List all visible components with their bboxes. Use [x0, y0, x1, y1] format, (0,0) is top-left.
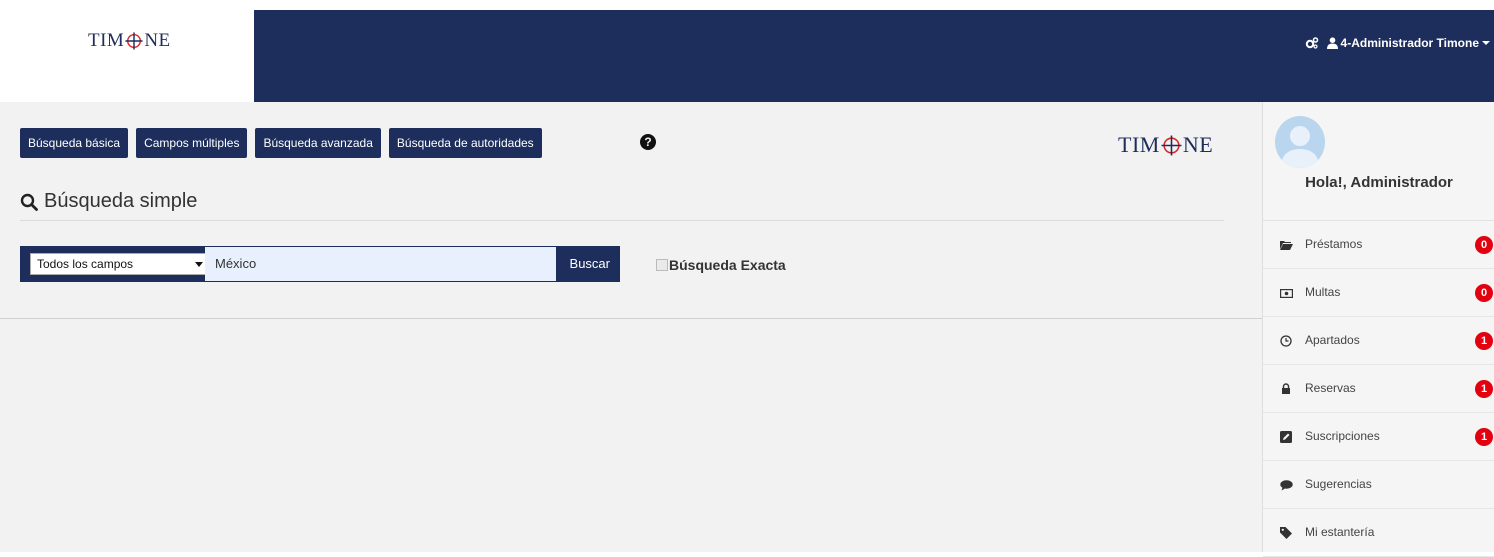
sidebar-item-label: Reservas: [1305, 381, 1356, 395]
sidebar-item-label: Sugerencias: [1305, 477, 1372, 491]
lock-icon: [1279, 382, 1293, 396]
basic-search-button[interactable]: Búsqueda básica: [20, 128, 129, 158]
timone-logo-main: TIM NE: [1118, 132, 1213, 158]
exact-search-label[interactable]: Búsqueda Exacta: [669, 257, 786, 273]
divider: [0, 318, 1262, 319]
search-icon: [20, 193, 38, 211]
advanced-search-button[interactable]: Búsqueda avanzada: [255, 128, 381, 158]
sidebar-item-label: Apartados: [1305, 333, 1360, 347]
logo-text-left: TIM: [88, 30, 125, 51]
count-badge: 1: [1475, 332, 1493, 350]
sidebar-item-label: Suscripciones: [1305, 429, 1380, 443]
sidebar-item-mi-estanteria[interactable]: Mi estantería: [1263, 509, 1494, 557]
avatar-silhouette-icon: [1281, 126, 1319, 168]
search-bar: Todos los campos México Buscar: [20, 246, 620, 282]
sidebar-item-reservas[interactable]: Reservas 1: [1263, 365, 1494, 413]
search-button[interactable]: Buscar: [566, 252, 614, 276]
count-badge: 0: [1475, 236, 1493, 254]
sidebar-item-suscripciones[interactable]: Suscripciones 1: [1263, 413, 1494, 461]
user-menu[interactable]: 4-Administrador Timone: [1305, 36, 1490, 50]
folder-icon: [1279, 238, 1293, 252]
search-mode-buttons: Búsqueda básica Campos múltiples Búsqued…: [20, 128, 550, 158]
user-name[interactable]: 4-Administrador Timone: [1341, 36, 1479, 50]
authority-search-button[interactable]: Búsqueda de autoridades: [388, 128, 542, 158]
count-badge: 1: [1475, 380, 1493, 398]
chevron-down-icon[interactable]: [1482, 41, 1490, 45]
exact-search-checkbox[interactable]: [656, 259, 668, 271]
top-bar: TIM NE 4-Administrador Timone: [0, 10, 1494, 102]
money-icon: [1279, 286, 1293, 300]
sidebar-item-label: Préstamos: [1305, 237, 1363, 251]
count-badge: 1: [1475, 428, 1493, 446]
timone-logo[interactable]: TIM NE: [88, 30, 171, 52]
sidebar-item-prestamos[interactable]: Préstamos 0: [1263, 221, 1494, 269]
gears-icon[interactable]: [1305, 37, 1319, 49]
logo-text-left: TIM: [1118, 132, 1160, 157]
greeting: Hola!, Administrador: [1305, 174, 1453, 191]
main-content: Búsqueda básica Campos múltiples Búsqued…: [0, 102, 1262, 552]
page-title: Búsqueda simple: [20, 190, 197, 213]
clock-icon: [1279, 334, 1293, 348]
comment-icon: [1279, 478, 1293, 492]
edit-icon: [1279, 430, 1293, 444]
avatar: [1275, 116, 1325, 168]
sidebar-item-label: Mi estantería: [1305, 525, 1375, 539]
dropdown-arrow-icon: [195, 262, 203, 267]
sidebar-menu: Préstamos 0 Multas 0 Apartados 1 Reserva…: [1263, 220, 1494, 557]
nav-band: 4-Administrador Timone: [254, 10, 1494, 102]
count-badge: 0: [1475, 284, 1493, 302]
logo-text-right: NE: [1182, 132, 1214, 157]
crosshair-icon: [1161, 135, 1182, 155]
user-icon: [1326, 37, 1338, 49]
exact-search-option[interactable]: Búsqueda Exacta: [656, 257, 786, 273]
user-sidebar: Hola!, Administrador Préstamos 0 Multas …: [1262, 102, 1494, 557]
search-input[interactable]: México: [205, 247, 556, 281]
field-select[interactable]: Todos los campos: [30, 253, 214, 275]
help-icon[interactable]: ?: [640, 134, 656, 150]
logo-text-right: NE: [144, 30, 171, 51]
sidebar-item-label: Multas: [1305, 285, 1341, 299]
header-logo-area[interactable]: TIM NE: [0, 10, 254, 102]
crosshair-icon: [125, 32, 143, 50]
sidebar-item-multas[interactable]: Multas 0: [1263, 269, 1494, 317]
sidebar-item-apartados[interactable]: Apartados 1: [1263, 317, 1494, 365]
sidebar-item-sugerencias[interactable]: Sugerencias: [1263, 461, 1494, 509]
field-select-value: Todos los campos: [37, 257, 134, 271]
tag-icon: [1279, 526, 1293, 540]
divider: [20, 220, 1224, 221]
page-title-text: Búsqueda simple: [44, 190, 198, 212]
multiple-fields-button[interactable]: Campos múltiples: [136, 128, 248, 158]
